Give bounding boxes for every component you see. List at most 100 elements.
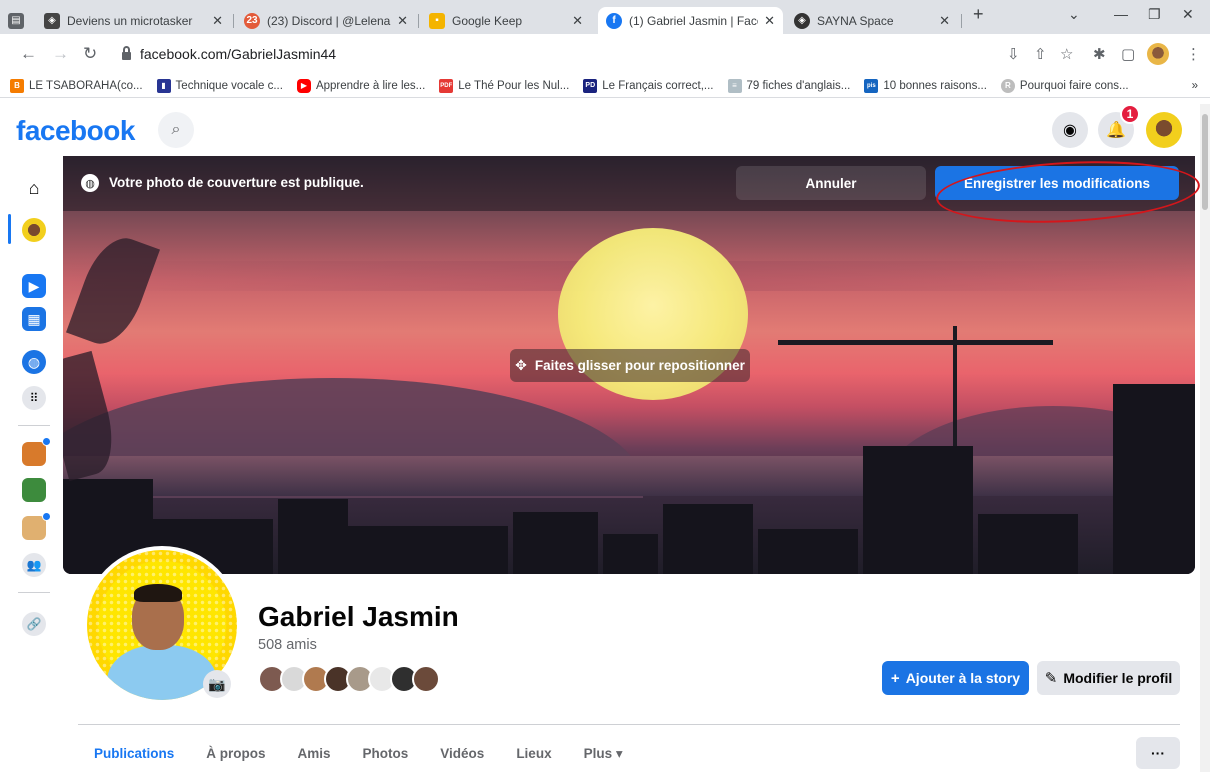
- watch-icon[interactable]: ▶: [22, 274, 46, 298]
- youtube-icon: ▶: [296, 78, 311, 93]
- tab-publications[interactable]: Publications: [94, 746, 174, 764]
- bookmark-star-icon[interactable]: ☆: [1060, 45, 1073, 63]
- rail-divider: [18, 592, 50, 593]
- bookmark-item[interactable]: ▮ Technique vocale c...: [156, 78, 283, 93]
- tab-divider: [233, 14, 234, 28]
- add-to-story-button[interactable]: + Ajouter à la story: [882, 661, 1029, 695]
- cover-crane: [778, 340, 1053, 345]
- close-window-icon[interactable]: ✕: [1182, 6, 1194, 23]
- browser-tab-facebook[interactable]: f (1) Gabriel Jasmin | Face ✕: [598, 7, 783, 34]
- cover-building: [758, 529, 858, 574]
- tab-more[interactable]: Plus ▾: [584, 746, 623, 764]
- shortcut-group-icon[interactable]: [22, 478, 46, 502]
- more-options-button[interactable]: ···: [1136, 737, 1180, 769]
- tab-places[interactable]: Lieux: [516, 746, 551, 764]
- close-tab-icon[interactable]: ✕: [212, 13, 223, 29]
- unread-dot: [42, 512, 51, 521]
- lock-icon: [122, 46, 131, 60]
- scrollbar-thumb[interactable]: [1202, 114, 1208, 210]
- messenger-icon[interactable]: ◉: [1052, 112, 1088, 148]
- bookmark-item[interactable]: PD Le Français correct,...: [583, 78, 714, 93]
- reload-icon[interactable]: ↻: [83, 44, 97, 64]
- bookmark-favicon-icon: pis: [864, 78, 879, 93]
- site-favicon-icon: ◈: [44, 12, 60, 29]
- gaming-icon[interactable]: ◍: [22, 350, 46, 374]
- browser-profile-avatar[interactable]: [1147, 43, 1169, 65]
- back-arrow-icon[interactable]: ←: [20, 44, 37, 64]
- bookmark-item[interactable]: pis 10 bonnes raisons...: [864, 78, 987, 93]
- add-story-label: Ajouter à la story: [905, 670, 1021, 686]
- close-tab-icon[interactable]: ✕: [764, 13, 775, 29]
- pencil-icon: ✎: [1044, 670, 1058, 687]
- install-app-icon[interactable]: ⇩: [1007, 45, 1020, 63]
- browser-tab-google-keep[interactable]: ▪ Google Keep ✕: [421, 7, 591, 34]
- bookmark-item[interactable]: PDF Le Thé Pour les Nul...: [439, 78, 569, 93]
- groups-icon[interactable]: 👥: [22, 553, 46, 577]
- avatar-shirt: [107, 645, 217, 700]
- edit-profile-button[interactable]: ✎ Modifier le profil: [1037, 661, 1180, 695]
- browser-tab-strip: ▤ ◈ Deviens un microtasker ✕ 23 (23) Dis…: [0, 0, 1210, 34]
- bookmark-item[interactable]: ▶ Apprendre à lire les...: [296, 78, 425, 93]
- browser-tab-sayna[interactable]: ◈ SAYNA Space ✕: [786, 7, 958, 34]
- restore-window-icon[interactable]: ❐: [1148, 6, 1161, 23]
- rail-active-indicator: [8, 214, 11, 244]
- cover-building: [278, 499, 348, 574]
- browser-menu-icon[interactable]: ⋮: [1186, 45, 1201, 63]
- cover-building: [663, 504, 753, 574]
- browser-tab-microtasker[interactable]: ◈ Deviens un microtasker ✕: [36, 7, 231, 34]
- side-panel-icon[interactable]: ▢: [1121, 45, 1135, 63]
- account-avatar[interactable]: [1146, 112, 1182, 148]
- close-tab-icon[interactable]: ✕: [939, 13, 950, 29]
- home-icon[interactable]: ⌂: [22, 176, 46, 200]
- tab-search-button[interactable]: ▤: [0, 7, 34, 34]
- search-icon[interactable]: ⌕: [158, 112, 194, 148]
- bookmark-favicon-icon: ▮: [156, 78, 171, 93]
- tab-friends[interactable]: Amis: [298, 746, 331, 764]
- bookmark-item[interactable]: R Pourquoi faire cons...: [1000, 78, 1129, 93]
- share-icon[interactable]: ⇧: [1034, 45, 1047, 63]
- plus-icon: +: [890, 669, 900, 687]
- cancel-button[interactable]: Annuler: [736, 166, 926, 200]
- tab-divider: [418, 14, 419, 28]
- close-tab-icon[interactable]: ✕: [397, 13, 408, 29]
- bookmark-item[interactable]: ≡ 79 fiches d'anglais...: [727, 78, 850, 93]
- tab-videos[interactable]: Vidéos: [440, 746, 484, 764]
- unread-dot: [42, 437, 51, 446]
- bookmarks-bar: B LE TSABORAHA(co... ▮ Technique vocale …: [0, 74, 1210, 98]
- friend-count[interactable]: 508 amis: [258, 637, 317, 653]
- new-tab-icon[interactable]: +: [973, 4, 984, 25]
- bookmark-favicon-icon: B: [10, 78, 24, 93]
- address-bar[interactable]: facebook.com/GabrielJasmin44: [114, 40, 1144, 68]
- cover-foliage: [65, 229, 161, 353]
- marketplace-icon[interactable]: ▦: [22, 307, 46, 331]
- close-tab-icon[interactable]: ✕: [572, 13, 583, 29]
- link-icon[interactable]: 🔗: [22, 612, 46, 636]
- friend-avatar[interactable]: [412, 665, 440, 693]
- camera-icon[interactable]: 📷: [203, 670, 231, 698]
- tab-list-chevron-icon[interactable]: ⌄: [1068, 6, 1080, 23]
- bookmark-item[interactable]: B LE TSABORAHA(co...: [10, 78, 143, 93]
- discord-favicon-icon: 23: [244, 12, 260, 29]
- more-bookmarks-button[interactable]: »: [1192, 80, 1198, 92]
- url-text: facebook.com/GabrielJasmin44: [140, 46, 337, 62]
- extensions-puzzle-icon[interactable]: ✱: [1093, 45, 1106, 63]
- cover-building: [513, 512, 598, 574]
- move-arrows-icon: ✥: [515, 357, 527, 373]
- forward-arrow-icon[interactable]: →: [52, 44, 69, 64]
- menu-grid-icon[interactable]: ⠿: [22, 386, 46, 410]
- friend-avatars-row[interactable]: [258, 665, 440, 695]
- minimize-window-icon[interactable]: —: [1114, 6, 1128, 22]
- facebook-logo[interactable]: facebook: [16, 115, 135, 147]
- tab-about[interactable]: À propos: [206, 746, 265, 764]
- profile-shortcut-avatar[interactable]: [22, 218, 46, 242]
- notification-count-badge: 1: [1120, 104, 1140, 124]
- shortcut-game-icon[interactable]: [22, 442, 46, 466]
- profile-name: Gabriel Jasmin: [258, 601, 459, 632]
- browser-tab-discord[interactable]: 23 (23) Discord | @Lelenaic ✕: [236, 7, 416, 34]
- drag-to-reposition-hint[interactable]: ✥ Faites glisser pour repositionner: [510, 349, 750, 382]
- cover-water: [63, 456, 1195, 496]
- cover-building: [603, 534, 658, 574]
- facebook-favicon-icon: f: [606, 12, 622, 29]
- keep-favicon-icon: ▪: [429, 12, 445, 29]
- tab-photos[interactable]: Photos: [363, 746, 409, 764]
